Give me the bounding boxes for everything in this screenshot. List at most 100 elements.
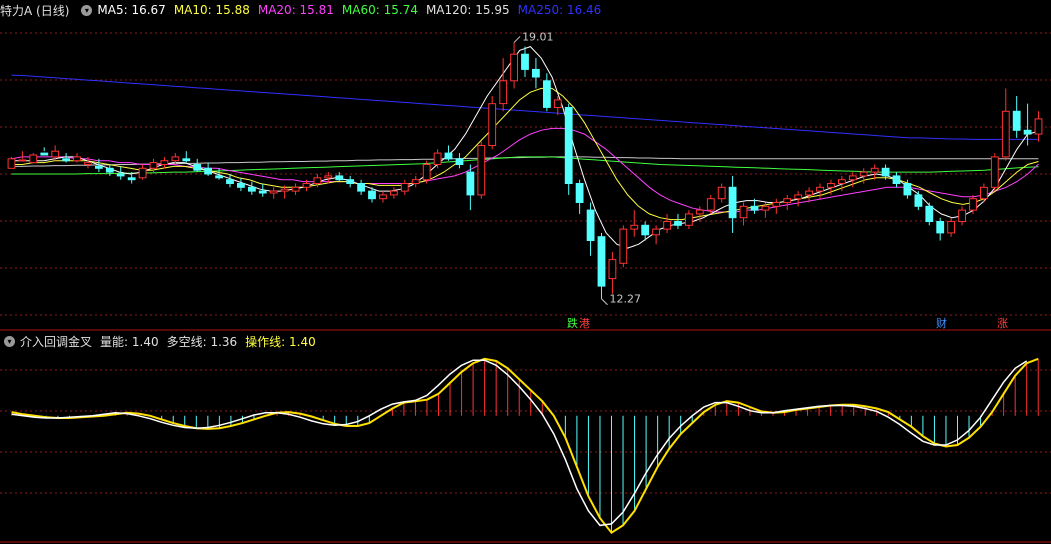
candle-43 (477, 141, 486, 199)
ma-legend-item-0: MA5: 16.67 (97, 3, 166, 17)
candle-49 (543, 73, 551, 112)
candle-body-79 (870, 167, 879, 173)
candle-body-83 (914, 194, 923, 207)
candle-body-36 (400, 183, 409, 192)
candle-body-45 (499, 80, 508, 105)
candle-66 (728, 175, 737, 233)
ma-legend-items: MA5: 16.67 MA10: 15.88 MA20: 15.81 MA60: 15… (97, 3, 609, 17)
candle-body-56 (619, 228, 628, 264)
candle-body-94 (1034, 118, 1043, 135)
candle-body-90 (990, 156, 999, 188)
candle-body-69 (761, 205, 770, 211)
event-tag-finance: 财 (936, 316, 947, 330)
main-legend: 特力A (日线) ▾ MA5: 16.67 MA10: 15.88 MA20: 15… (0, 1, 609, 19)
candle-60 (663, 213, 672, 233)
candle-16 (182, 151, 191, 163)
candle-body-27 (302, 183, 311, 188)
event-tag-port: 港 (579, 317, 590, 330)
settings-circle-icon[interactable]: ▾ (81, 4, 93, 16)
candle-6 (73, 153, 81, 163)
candle-body-30 (335, 175, 344, 181)
candle-body-61 (674, 221, 682, 226)
chart-canvas: 19.01 12.27 跌港 财 涨 (0, 30, 1051, 543)
candle-52 (575, 179, 584, 214)
candle-body-46 (510, 53, 519, 82)
candle-body-21 (237, 183, 245, 188)
ma-legend-item-2: MA20: 15.81 (257, 3, 334, 17)
candle-53 (586, 202, 595, 256)
candle-40 (444, 145, 453, 161)
candle-body-1 (18, 159, 27, 162)
candle-body-65 (717, 186, 726, 200)
candle-92 (1012, 96, 1021, 138)
indicator-legend: ▾ 介入回调金叉 量能: 1.40 多空线: 1.36 操作线: 1.40 (0, 332, 324, 350)
high-price-label: 19.01 (522, 30, 554, 43)
candle-body-78 (859, 171, 868, 177)
candle-body-38 (422, 164, 431, 181)
candle-34 (379, 191, 387, 203)
candle-32 (357, 179, 366, 195)
candle-41 (455, 153, 464, 169)
indicator-legend-items: 量能: 1.40 多空线: 1.36 操作线: 1.40 (100, 333, 324, 350)
candle-14 (160, 156, 169, 169)
candle-body-85 (936, 221, 945, 234)
candle-body-13 (149, 162, 158, 169)
candle-88 (969, 194, 977, 214)
candle-body-23 (258, 190, 267, 194)
candle-91 (1001, 88, 1010, 161)
candle-body-80 (881, 167, 890, 177)
candle-body-67 (739, 205, 748, 219)
candle-90 (990, 153, 999, 192)
candle-body-50 (553, 99, 562, 109)
candle-body-64 (706, 198, 715, 211)
candle-body-41 (455, 158, 464, 166)
candle-body-29 (324, 175, 333, 179)
candle-body-9 (105, 167, 114, 173)
candle-body-28 (313, 177, 322, 185)
candle-body-93 (1023, 129, 1032, 135)
candle-39 (433, 149, 442, 169)
ma-legend-item-1: MA10: 15.88 (173, 3, 250, 17)
indicator-settings-icon[interactable]: ▾ (4, 335, 15, 347)
candle-44 (488, 96, 497, 150)
ma-legend-item-3: MA60: 15.74 (341, 3, 418, 17)
operation-line (11, 357, 1039, 535)
candle-body-68 (750, 205, 759, 211)
candle-body-73 (805, 190, 814, 196)
candle-body-32 (357, 183, 366, 192)
candle-94 (1034, 111, 1043, 142)
candle-55 (608, 251, 617, 294)
candle-body-43 (477, 145, 486, 196)
candle-86 (947, 217, 956, 237)
candle-body-81 (892, 175, 901, 184)
candle-body-5 (62, 158, 71, 162)
candle-26 (291, 183, 300, 195)
candle-51 (564, 103, 573, 195)
candle-22 (248, 181, 256, 195)
candle-21 (237, 177, 245, 192)
candle-body-75 (827, 183, 835, 188)
low-marker-line (601, 298, 608, 306)
candle-38 (422, 160, 431, 184)
candle-body-66 (728, 186, 737, 219)
candle-body-57 (630, 224, 639, 230)
candle-36 (400, 179, 409, 195)
low-price-label: 12.27 (609, 293, 641, 306)
candle-body-3 (40, 152, 49, 156)
candle-body-31 (346, 179, 355, 184)
candle-body-19 (215, 175, 223, 179)
candle-body-2 (29, 154, 38, 164)
candle-body-26 (291, 186, 300, 192)
candle-1 (18, 151, 27, 162)
candle-35 (390, 187, 398, 199)
candle-body-87 (958, 209, 967, 223)
candle-body-82 (903, 183, 912, 196)
candle-body-40 (444, 152, 453, 160)
candle-body-52 (575, 183, 584, 203)
candle-body-72 (794, 194, 803, 200)
candle-body-12 (138, 167, 147, 179)
candle-body-44 (488, 103, 497, 146)
candle-59 (652, 225, 661, 245)
candle-body-22 (248, 186, 256, 192)
event-tag-rise: 涨 (997, 317, 1008, 330)
